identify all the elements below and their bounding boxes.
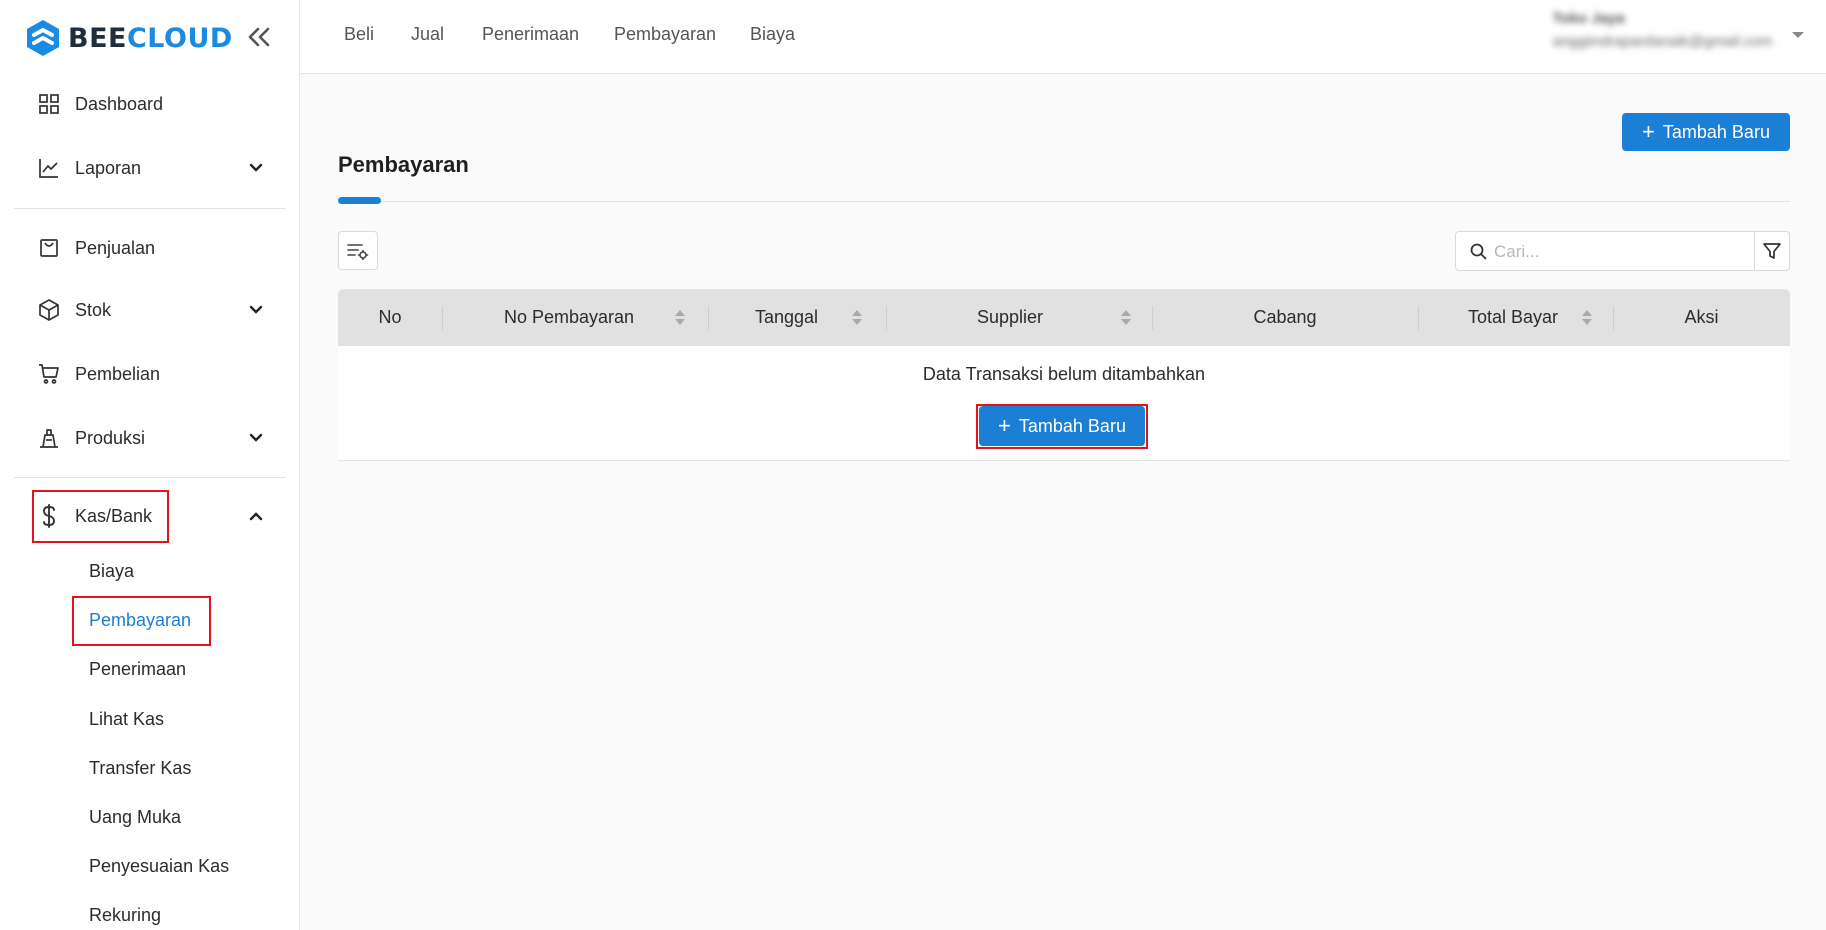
chevron-down-icon[interactable]	[246, 428, 266, 448]
sidebar-item-stok[interactable]: Stok	[14, 286, 286, 334]
chevron-down-icon[interactable]	[246, 300, 266, 320]
sidebar-item-dashboard[interactable]: Dashboard	[14, 80, 286, 128]
brand-logo[interactable]: BEECLOUD	[24, 16, 233, 60]
empty-add-new-label: Tambah Baru	[1018, 415, 1126, 436]
user-profile[interactable]: Toko Jaya anggiindrapardanaik@gmail.com	[1552, 10, 1772, 50]
user-name: Toko Jaya	[1552, 10, 1625, 27]
sidebar-item-label: Laporan	[75, 157, 142, 178]
sort-icon[interactable]	[1120, 308, 1132, 328]
brand-name: BEECLOUD	[68, 22, 233, 54]
search-input[interactable]	[1494, 240, 1744, 264]
plus-icon: +	[998, 413, 1011, 438]
table-header: No No Pembayaran Tanggal Supplier Cabang…	[338, 289, 1790, 346]
sort-icon[interactable]	[674, 308, 686, 328]
sort-icon[interactable]	[851, 308, 863, 328]
topnav-pembayaran[interactable]: Pembayaran	[614, 24, 716, 45]
filter-button[interactable]	[1754, 231, 1790, 271]
page-title: Pembayaran	[338, 152, 469, 177]
add-new-label: Tambah Baru	[1662, 121, 1770, 142]
shopping-bag-icon	[38, 237, 60, 259]
topnav-biaya[interactable]: Biaya	[750, 24, 795, 45]
empty-state-message: Data Transaksi belum ditambahkan	[922, 364, 1206, 384]
sidebar-item-produksi[interactable]: Produksi	[14, 414, 286, 462]
table-body-empty: Data Transaksi belum ditambahkan + Tamba…	[338, 346, 1790, 461]
sidebar-item-laporan[interactable]: Laporan	[14, 144, 286, 192]
collapse-sidebar-button[interactable]	[244, 22, 274, 52]
sidebar-item-label: Kas/Bank	[75, 505, 153, 526]
column-header-cabang: Cabang	[1253, 307, 1317, 327]
submenu-item-uang-muka[interactable]: Uang Muka	[89, 804, 181, 830]
chart-line-icon	[38, 157, 60, 179]
chevron-up-icon[interactable]	[246, 506, 266, 526]
beecloud-logo-icon	[27, 20, 59, 56]
top-navbar: Beli Jual Penerimaan Pembayaran Biaya To…	[300, 0, 1826, 74]
column-header-tanggal[interactable]: Tanggal	[708, 289, 865, 346]
column-header-aksi: Aksi	[1684, 307, 1719, 327]
topnav-penerimaan[interactable]: Penerimaan	[482, 24, 579, 45]
cart-icon	[38, 363, 60, 385]
user-email: anggiindrapardanaik@gmail.com	[1552, 33, 1772, 50]
tab-active-indicator	[338, 197, 381, 204]
submenu-item-penerimaan[interactable]: Penerimaan	[89, 656, 186, 682]
empty-add-new-button[interactable]: + Tambah Baru	[979, 406, 1145, 446]
list-settings-icon	[347, 243, 369, 260]
sidebar-item-label: Produksi	[75, 427, 146, 448]
submenu-item-lihat-kas[interactable]: Lihat Kas	[89, 706, 164, 732]
factory-icon	[38, 427, 60, 449]
sidebar-item-label: Dashboard	[75, 93, 164, 114]
topnav-beli[interactable]: Beli	[344, 24, 374, 45]
sidebar: BEECLOUD Dashboard Laporan Penjualan Sto…	[0, 0, 300, 930]
sort-icon[interactable]	[1581, 308, 1593, 328]
sidebar-divider	[14, 208, 286, 209]
dollar-icon	[38, 504, 60, 528]
filter-icon	[1763, 243, 1781, 259]
add-new-button[interactable]: + Tambah Baru	[1622, 113, 1790, 151]
double-chevron-left-icon	[248, 27, 270, 47]
submenu-item-rekuring[interactable]: Rekuring	[89, 902, 161, 928]
sidebar-item-pembelian[interactable]: Pembelian	[14, 350, 286, 398]
search-icon	[1470, 243, 1487, 260]
sidebar-item-kas-bank[interactable]: Kas/Bank	[14, 492, 286, 540]
sidebar-item-label: Pembelian	[75, 363, 161, 384]
column-header-no: No	[378, 307, 402, 327]
chevron-down-icon[interactable]	[246, 158, 266, 178]
submenu-item-pembayaran[interactable]: Pembayaran	[89, 607, 191, 633]
submenu-item-biaya[interactable]: Biaya	[89, 558, 134, 584]
plus-icon: +	[1642, 119, 1655, 144]
grid-icon	[38, 93, 60, 115]
column-header-no-pembayaran[interactable]: No Pembayaran	[442, 289, 696, 346]
column-header-total-bayar[interactable]: Total Bayar	[1418, 289, 1608, 346]
search-box	[1455, 231, 1755, 271]
submenu-item-transfer-kas[interactable]: Transfer Kas	[89, 755, 191, 781]
tab-underline	[338, 201, 1790, 202]
column-settings-button[interactable]	[338, 231, 378, 270]
column-header-supplier[interactable]: Supplier	[886, 289, 1134, 346]
topnav-jual[interactable]: Jual	[411, 24, 444, 45]
sidebar-item-label: Penjualan	[75, 237, 156, 258]
submenu-item-penyesuaian-kas[interactable]: Penyesuaian Kas	[89, 853, 229, 879]
box-icon	[38, 299, 60, 321]
caret-down-icon[interactable]	[1792, 32, 1804, 38]
sidebar-item-penjualan[interactable]: Penjualan	[14, 224, 286, 272]
sidebar-divider	[14, 477, 286, 478]
sidebar-item-label: Stok	[75, 299, 112, 320]
